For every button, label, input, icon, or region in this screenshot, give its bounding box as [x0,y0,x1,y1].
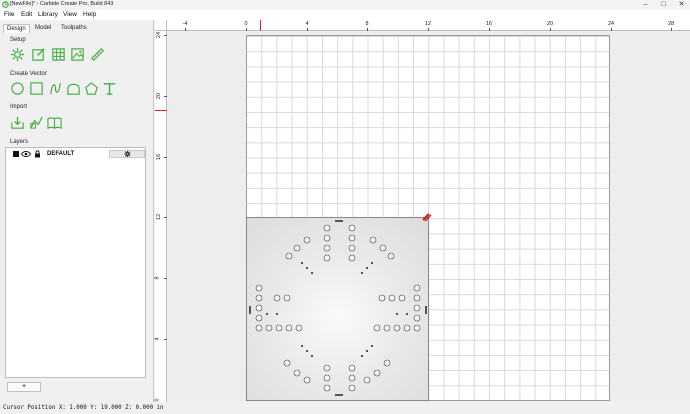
ruler-label: 12 [424,21,432,27]
ruler-label: 4 [305,21,309,27]
ruler-label: 20 [156,92,163,100]
ruler-label: 28 [667,21,675,27]
tab-model[interactable]: Model [32,24,54,33]
design-canvas[interactable] [168,32,690,402]
ruler-label: 8 [154,276,161,280]
minimize-button[interactable]: – [638,0,653,10]
measure-button[interactable] [90,47,105,62]
layer-color-swatch[interactable] [13,151,19,157]
setup-title: Setup [10,37,26,43]
grid-button[interactable] [51,47,66,62]
design-panel: Design Model Toolpaths Setup Create Vect… [0,20,154,402]
ruler-icon [91,48,104,61]
status-bar: Cursor Position X: 1.000 Y: 19.000 Z: 0.… [0,402,690,414]
window-title: [NewFile]* - Carbide Create Pro, Build 8… [10,1,114,7]
edit-job-button[interactable] [31,47,46,62]
gear-icon [124,151,131,157]
cursor-marker-x [260,20,261,31]
ruler-label: 12 [156,213,163,221]
ruler-label: 16 [485,21,493,27]
ruler-label: 24 [607,21,615,27]
ruler-label: 0 [244,21,248,27]
ruler-label: 16 [156,153,163,161]
ruler-label: 20 [546,21,554,27]
gear-icon [10,47,25,62]
import-title: Import [10,104,28,110]
app-logo-icon [2,1,9,8]
menu-edit[interactable]: Edit [21,11,32,18]
grid-icon [52,48,65,61]
import-icon [11,116,24,129]
image-icon [71,48,84,61]
text-icon [103,83,116,95]
polygon-tool-button[interactable] [84,81,99,96]
menu-bar: File Edit Library View Help [0,10,690,20]
text-tool-button[interactable] [102,81,117,96]
open-book-icon [47,117,62,129]
pentagon-icon [85,82,98,95]
ruler-label: 24 [156,31,163,39]
layers-list: DEFAULT [5,147,146,378]
import-button[interactable] [10,115,25,130]
circle-icon [11,82,24,95]
selection-handle-icon[interactable] [422,213,432,222]
eye-icon[interactable] [21,151,31,157]
board-artwork [249,220,427,396]
cursor-marker-y [155,110,167,111]
ruler-label: -4 [182,21,188,27]
edit-square-icon [32,48,45,61]
ruler-label: 8 [365,21,369,27]
ruler-corner [155,20,167,31]
rectangle-tool-button[interactable] [29,81,44,96]
menu-library[interactable]: Library [38,11,58,18]
layer-settings-button[interactable] [109,150,145,158]
title-bar: [NewFile]* - Carbide Create Pro, Build 8… [0,0,690,10]
menu-help[interactable]: Help [83,11,96,18]
tab-toolpaths[interactable]: Toolpaths [58,24,90,33]
layer-row[interactable]: DEFAULT [6,149,145,159]
library-button[interactable] [47,115,62,130]
horizontal-ruler: -4 0 4 8 12 16 20 24 28 [155,20,690,31]
menu-file[interactable]: File [4,11,14,18]
close-button[interactable]: ✕ [674,0,689,10]
cursor-position-readout: Cursor Position X: 1.000 Y: 19.000 Z: 0.… [3,405,164,411]
lock-icon[interactable] [34,150,41,158]
import-svg-button[interactable] [29,115,44,130]
imported-board-image[interactable] [246,217,429,401]
image-button[interactable] [70,47,85,62]
layer-name: DEFAULT [47,151,75,157]
tab-design[interactable]: Design [3,24,30,33]
menu-view[interactable]: View [63,11,77,18]
job-setup-button[interactable] [10,47,25,62]
maximize-button[interactable]: □ [656,0,671,10]
rectangle-icon [30,82,43,95]
arch-icon [67,83,80,95]
vertical-ruler: 24 20 16 12 8 4 0 [155,31,167,402]
add-layer-button[interactable]: + [7,382,41,392]
curve-tool-button[interactable] [48,81,63,96]
curve-icon [50,82,61,95]
import-svg-icon [30,116,43,129]
ruler-label: 4 [154,337,161,341]
polyline-tool-button[interactable] [66,81,81,96]
create-vector-title: Create Vector [10,71,47,77]
circle-tool-button[interactable] [10,81,25,96]
layers-title: Layers [10,139,29,145]
